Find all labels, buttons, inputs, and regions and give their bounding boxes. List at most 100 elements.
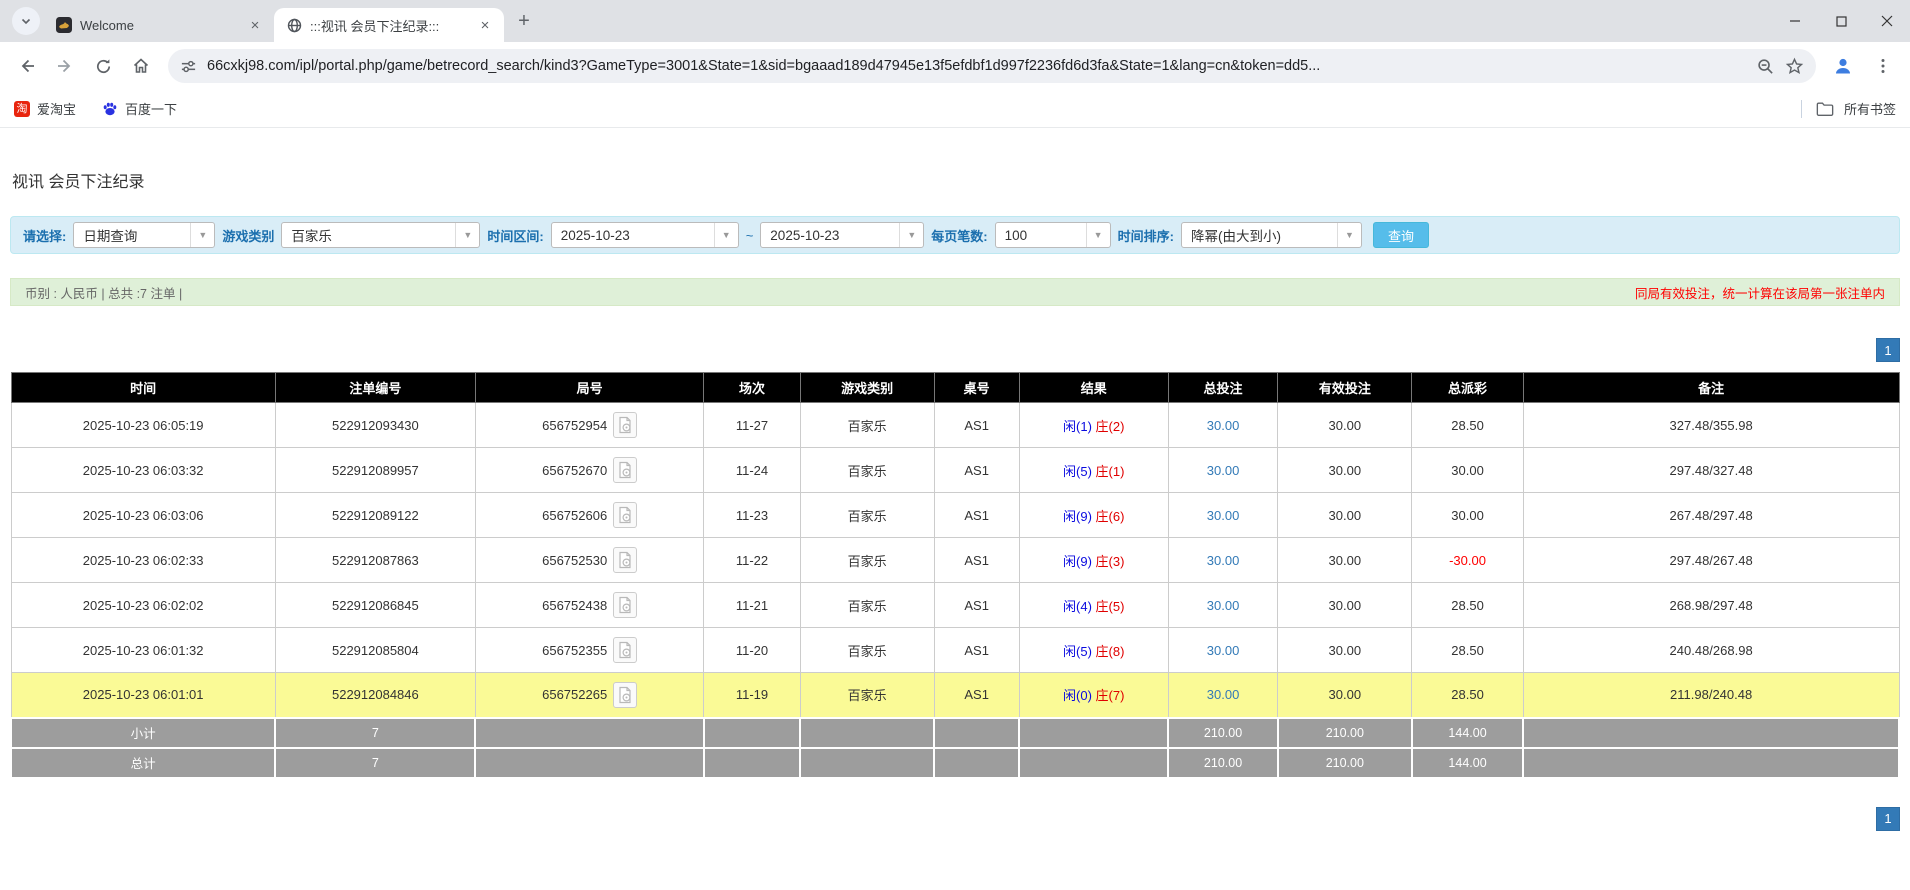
sort-select[interactable]: 降幂(由大到小) ▼ (1181, 222, 1362, 248)
forward-button[interactable] (48, 49, 82, 83)
total-bet-link[interactable]: 30.00 (1207, 687, 1240, 702)
query-type-value: 日期查询 (74, 223, 190, 247)
profile-button[interactable] (1826, 49, 1860, 83)
total-bet-link[interactable]: 30.00 (1207, 508, 1240, 523)
footer-table (934, 718, 1019, 748)
cell-total-bet: 30.00 (1168, 403, 1278, 448)
video-replay-icon[interactable] (613, 547, 637, 573)
round-number: 656752670 (542, 463, 607, 478)
video-replay-icon[interactable] (613, 457, 637, 483)
cell-table-no: AS1 (934, 628, 1019, 673)
total-bet-link[interactable]: 30.00 (1207, 463, 1240, 478)
zoom-icon[interactable] (1756, 57, 1775, 76)
table-header-row: 时间注单编号局号场次游戏类别桌号结果总投注有效投注总派彩备注 (11, 373, 1899, 403)
cell-round: 656752530 (475, 538, 703, 583)
cell-time: 2025-10-23 06:03:32 (11, 448, 275, 493)
pagination-page-1-bottom[interactable]: 1 (1876, 807, 1900, 831)
cell-total-bet: 30.00 (1168, 673, 1278, 718)
footer-result (1019, 748, 1168, 778)
window-maximize-button[interactable] (1818, 0, 1864, 42)
window-minimize-button[interactable] (1772, 0, 1818, 42)
home-button[interactable] (124, 49, 158, 83)
table-row: 2025-10-23 06:03:06522912089122656752606… (11, 493, 1899, 538)
game-type-value: 百家乐 (282, 223, 455, 247)
query-type-select[interactable]: 日期查询 ▼ (73, 222, 215, 248)
date-to-select[interactable]: 2025-10-23 ▼ (760, 222, 924, 248)
home-icon (131, 56, 151, 76)
tab-betrecord[interactable]: :::视讯 会员下注纪录::: × (274, 8, 504, 42)
per-page-value: 100 (996, 223, 1086, 247)
back-arrow-icon (17, 56, 37, 76)
bookmarks-divider (1801, 100, 1802, 118)
per-page-select[interactable]: 100 ▼ (995, 222, 1111, 248)
window-close-button[interactable] (1864, 0, 1910, 42)
video-replay-icon[interactable] (613, 682, 637, 708)
info-bar: 币别 : 人民币 | 总共 :7 注单 | 同局有效投注，统一计算在该局第一张注… (10, 278, 1900, 306)
new-tab-button[interactable]: + (510, 7, 538, 35)
result-player: 闲(9) (1063, 554, 1092, 569)
cell-game-type: 百家乐 (800, 448, 934, 493)
all-bookmarks[interactable]: 所有书签 (1801, 99, 1896, 118)
currency-summary: 币别 : 人民币 | 总共 :7 注单 | (25, 283, 182, 302)
video-replay-icon[interactable] (613, 412, 637, 438)
cell-result: 闲(0) 庄(7) (1019, 673, 1168, 718)
cell-session: 11-19 (704, 673, 800, 718)
date-from-value: 2025-10-23 (552, 223, 714, 247)
back-button[interactable] (10, 49, 44, 83)
tab-search-button[interactable] (12, 7, 40, 35)
footer-valid-bet: 210.00 (1278, 748, 1412, 778)
date-from-select[interactable]: 2025-10-23 ▼ (551, 222, 739, 248)
select-type-label: 请选择: (23, 226, 66, 245)
pagination-page-1-top[interactable]: 1 (1876, 338, 1900, 362)
bookmark-star-icon[interactable] (1785, 57, 1804, 76)
cell-bet-id: 522912089957 (275, 448, 475, 493)
cell-game-type: 百家乐 (800, 538, 934, 583)
note-text: 同局有效投注，统一计算在该局第一张注单内 (1635, 283, 1885, 302)
cell-time: 2025-10-23 06:02:33 (11, 538, 275, 583)
footer-session (704, 748, 800, 778)
game-type-select[interactable]: 百家乐 ▼ (281, 222, 480, 248)
total-bet-link[interactable]: 30.00 (1207, 598, 1240, 613)
video-replay-icon[interactable] (613, 592, 637, 618)
cell-table-no: AS1 (934, 403, 1019, 448)
footer-label: 小计 (11, 718, 275, 748)
bookmark-taobao[interactable]: 淘 爱淘宝 (14, 99, 76, 118)
footer-note (1523, 748, 1899, 778)
date-to-value: 2025-10-23 (761, 223, 899, 247)
round-wrap: 656752606 (542, 502, 637, 528)
url-text[interactable]: 66cxkj98.com/ipl/portal.php/game/betreco… (207, 58, 1746, 74)
cell-payout: 28.50 (1412, 403, 1523, 448)
bookmark-baidu[interactable]: 百度一下 (102, 99, 177, 118)
total-row: 总计7210.00210.00144.00 (11, 748, 1899, 778)
round-wrap: 656752670 (542, 457, 637, 483)
total-bet-link[interactable]: 30.00 (1207, 643, 1240, 658)
table-row: 2025-10-23 06:02:33522912087863656752530… (11, 538, 1899, 583)
cell-round: 656752355 (475, 628, 703, 673)
cell-time: 2025-10-23 06:01:01 (11, 673, 275, 718)
cell-round: 656752438 (475, 583, 703, 628)
baidu-paw-icon (102, 101, 118, 117)
site-info-icon[interactable] (180, 58, 197, 75)
browser-menu-button[interactable] (1866, 49, 1900, 83)
video-replay-icon[interactable] (613, 502, 637, 528)
footer-result (1019, 718, 1168, 748)
cell-total-bet: 30.00 (1168, 538, 1278, 583)
table-row: 2025-10-23 06:01:01522912084846656752265… (11, 673, 1899, 718)
cell-game-type: 百家乐 (800, 403, 934, 448)
sort-value: 降幂(由大到小) (1182, 223, 1337, 247)
globe-favicon-icon (286, 17, 302, 33)
tab-close-icon[interactable]: × (246, 16, 264, 34)
tab-close-icon[interactable]: × (476, 16, 494, 34)
cell-total-bet: 30.00 (1168, 448, 1278, 493)
round-number: 656752265 (542, 687, 607, 702)
total-bet-link[interactable]: 30.00 (1207, 553, 1240, 568)
table-row: 2025-10-23 06:02:02522912086845656752438… (11, 583, 1899, 628)
cell-table-no: AS1 (934, 673, 1019, 718)
search-button[interactable]: 查询 (1373, 222, 1429, 248)
address-bar[interactable]: 66cxkj98.com/ipl/portal.php/game/betreco… (168, 49, 1816, 83)
total-bet-link[interactable]: 30.00 (1207, 418, 1240, 433)
reload-button[interactable] (86, 49, 120, 83)
video-replay-icon[interactable] (613, 637, 637, 663)
tab-welcome[interactable]: Welcome × (44, 8, 274, 42)
cell-bet-id: 522912087863 (275, 538, 475, 583)
